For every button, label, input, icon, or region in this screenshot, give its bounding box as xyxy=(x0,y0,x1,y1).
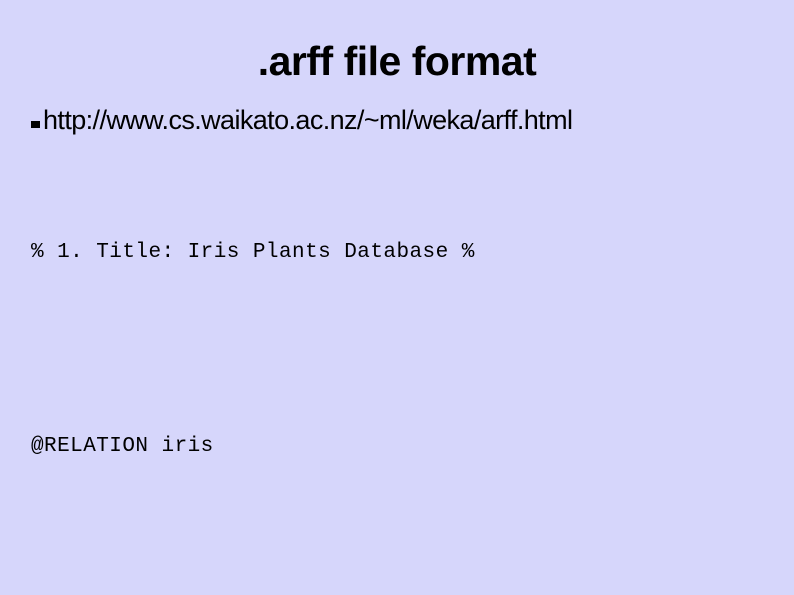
code-line: % 1. Title: Iris Plants Database % xyxy=(31,241,475,264)
arff-code-block: % 1. Title: Iris Plants Database % @RELA… xyxy=(31,163,776,595)
bullet-list-item: http://www.cs.waikato.ac.nz/~ml/weka/arf… xyxy=(31,104,771,136)
code-line: @RELATION iris xyxy=(31,435,214,458)
weka-arff-url-text: http://www.cs.waikato.ac.nz/~ml/weka/arf… xyxy=(43,105,573,135)
slide-arff-file-format: .arff file format http://www.cs.waikato.… xyxy=(0,0,794,595)
square-bullet-icon xyxy=(31,121,40,128)
page-title: .arff file format xyxy=(257,38,537,84)
